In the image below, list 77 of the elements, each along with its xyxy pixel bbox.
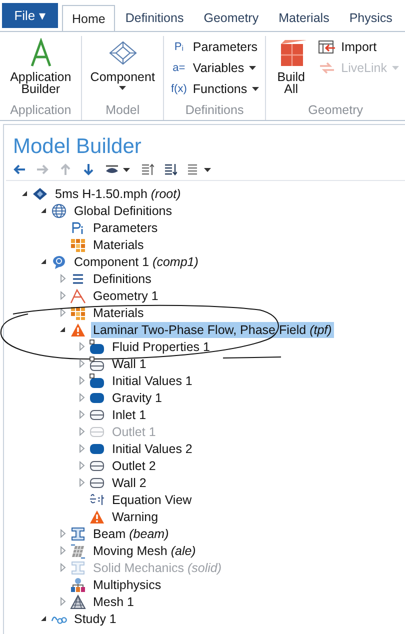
list-dropdown-icon[interactable] <box>187 162 213 176</box>
tree-item[interactable]: Beam (beam) <box>91 526 171 542</box>
ribbon-button[interactable]: f(x) Functions <box>170 78 260 99</box>
domain-icon <box>89 372 105 388</box>
beam-icon <box>70 560 86 576</box>
tree-item[interactable]: Materials <box>91 236 146 252</box>
ribbon-tab[interactable]: Materials <box>268 4 340 31</box>
ribbon-button[interactable]: Import <box>318 36 399 57</box>
warning-icon <box>70 322 86 338</box>
tree-item[interactable]: Mesh 1 <box>91 594 136 610</box>
tree-item[interactable]: Geometry 1 <box>91 288 160 304</box>
expanded-arrow-icon[interactable] <box>39 614 48 623</box>
tree-item[interactable]: Component 1 (comp1) <box>72 254 200 270</box>
tree-item[interactable]: Global Definitions <box>72 202 174 218</box>
tree-item[interactable]: Outlet 2 <box>110 458 158 474</box>
panel-title: Model Builder <box>12 134 142 159</box>
materials-icon <box>70 304 86 320</box>
tree-item[interactable]: Initial Values 1 <box>110 372 194 388</box>
ribbon-button[interactable]: Build All <box>272 36 310 97</box>
parameters-icon <box>70 220 86 236</box>
group-label: Model <box>106 103 140 119</box>
ribbon-tab[interactable]: Definitions <box>115 4 194 31</box>
globe-icon <box>51 202 67 218</box>
tree-item[interactable]: 5ms H-1.50.mph (root) <box>53 186 183 202</box>
up-arrow-icon[interactable] <box>59 162 72 176</box>
link-arrows-icon <box>318 60 336 74</box>
ribbon-button[interactable]: Pᵢ Parameters <box>170 36 260 57</box>
tree-item[interactable]: Gravity 1 <box>110 390 164 406</box>
tree-item[interactable]: Materials <box>91 304 146 320</box>
warning-icon <box>89 508 105 524</box>
expanded-arrow-icon[interactable] <box>39 206 48 215</box>
tree-item[interactable]: Study 1 <box>72 610 118 626</box>
ribbon-button[interactable]: Component <box>88 36 157 92</box>
group-label: Geometry <box>308 103 363 119</box>
materials-icon <box>70 236 86 252</box>
tree-item[interactable]: Warning <box>110 508 160 524</box>
import-icon <box>318 40 336 54</box>
tree-item[interactable]: Parameters <box>91 220 160 236</box>
down-arrow-icon[interactable] <box>82 162 95 176</box>
back-arrow-icon[interactable] <box>13 162 26 176</box>
tree-item[interactable]: Wall 1 <box>110 356 148 372</box>
domain-icon <box>89 338 105 354</box>
model-icon <box>32 186 48 202</box>
ribbon-tab[interactable]: Physics <box>339 4 402 31</box>
tree-item[interactable]: Moving Mesh (ale) <box>91 542 198 558</box>
tree-item[interactable]: Initial Values 2 <box>110 440 194 456</box>
equation-icon <box>89 492 105 508</box>
multiphysics-icon <box>70 576 86 592</box>
eye-dropdown-icon[interactable] <box>105 162 131 176</box>
tree-item[interactable]: Multiphysics <box>91 576 164 592</box>
component-icon <box>51 254 67 270</box>
ribbon-tab[interactable]: Geometry <box>194 4 269 31</box>
expanded-arrow-icon[interactable] <box>39 257 48 266</box>
tree-item[interactable]: Fluid Properties 1 <box>110 338 212 354</box>
tree-item[interactable]: Laminar Two-Phase Flow, Phase Field (tpf) <box>91 322 334 338</box>
collapsed-arrow-icon[interactable] <box>58 308 67 317</box>
geometry-icon <box>70 288 86 304</box>
beam-icon <box>70 526 86 542</box>
tree-item[interactable]: Equation View <box>110 492 194 508</box>
tree-item[interactable]: Definitions <box>91 270 154 286</box>
mesh-icon <box>70 594 86 610</box>
mesh-grid-icon <box>70 542 86 558</box>
boundary-icon <box>89 356 105 372</box>
ribbon-button[interactable]: a= Variables <box>170 57 260 78</box>
collapse-list-icon[interactable] <box>141 162 154 176</box>
tree-item[interactable]: Wall 2 <box>110 474 148 490</box>
group-label: Definitions <box>185 103 244 119</box>
expanded-arrow-icon[interactable] <box>58 325 67 334</box>
ribbon-button[interactable]: Application Builder <box>6 36 76 97</box>
file-menu-button[interactable]: File ▾ <box>2 3 58 28</box>
expand-list-icon[interactable] <box>164 162 177 176</box>
expanded-arrow-icon[interactable] <box>20 189 29 198</box>
group-label: Application <box>10 103 72 119</box>
forward-arrow-icon[interactable] <box>36 162 49 176</box>
ribbon-tab[interactable]: Home <box>62 5 116 31</box>
tree-item[interactable]: Inlet 1 <box>110 406 148 422</box>
collapsed-arrow-icon[interactable] <box>77 359 86 368</box>
